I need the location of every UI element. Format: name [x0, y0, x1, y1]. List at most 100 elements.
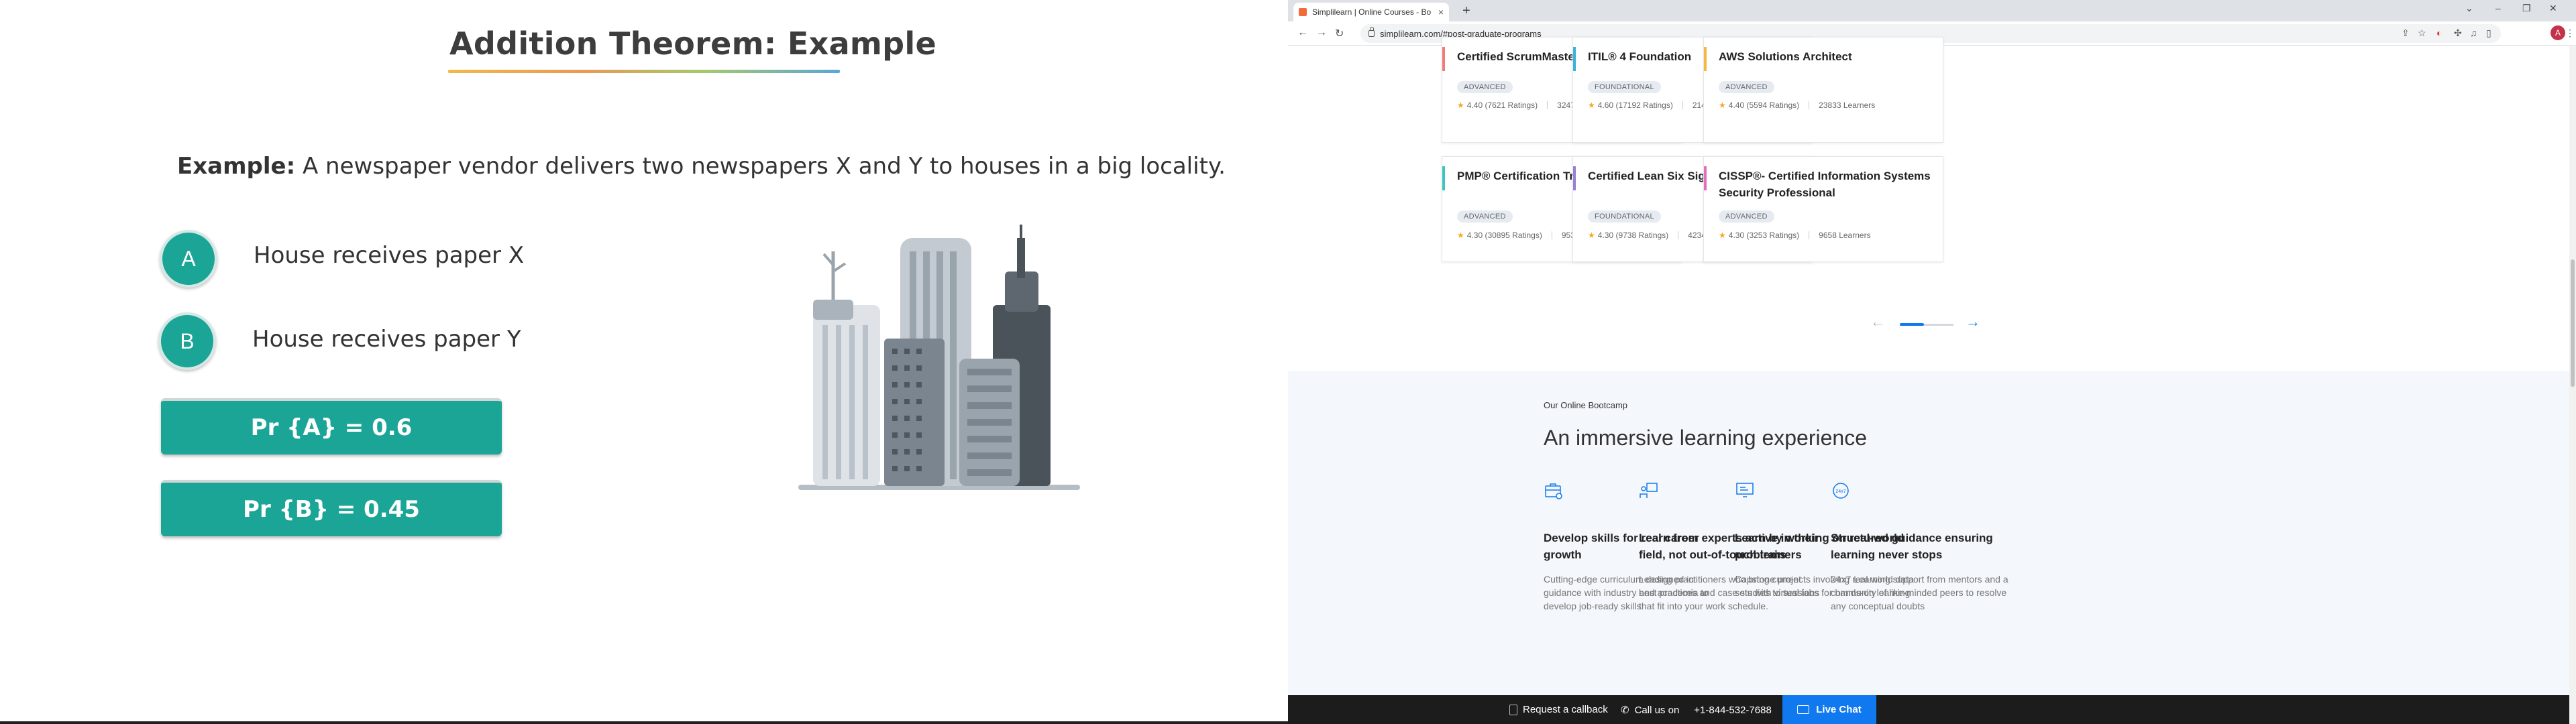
- minimize-icon[interactable]: –: [2496, 3, 2501, 13]
- media-icon[interactable]: ♫: [2470, 27, 2477, 38]
- chat-icon: [1797, 705, 1810, 714]
- event-b-circle: B: [158, 312, 216, 370]
- reload-icon[interactable]: ↻: [1335, 27, 1344, 40]
- card-accent-bar: [1704, 47, 1707, 71]
- meta-divider: [1682, 101, 1683, 109]
- request-callback-link[interactable]: Request a callback: [1509, 704, 1608, 715]
- course-card[interactable]: CISSP®- Certified Information Systems Se…: [1703, 156, 1943, 262]
- presenter-icon: [1640, 483, 1658, 498]
- monitor-icon: [1736, 483, 1754, 497]
- forward-icon[interactable]: →: [1316, 27, 1327, 39]
- course-rating: 4.30 (9738 Ratings): [1597, 231, 1669, 240]
- share-icon[interactable]: ⇪: [2402, 27, 2410, 39]
- event-b-text: House receives paper Y: [252, 326, 521, 353]
- profile-avatar[interactable]: A: [2551, 25, 2565, 40]
- phone-icon: ✆: [1621, 705, 1629, 716]
- feature-title: Structured guidance ensuring learning ne…: [1831, 532, 1993, 561]
- scrollbar-thumb[interactable]: [2571, 259, 2575, 387]
- meta-divider: [1547, 101, 1548, 109]
- course-rating: 4.60 (17192 Ratings): [1597, 101, 1673, 110]
- tab-search-chevron-icon[interactable]: ⌄: [2465, 3, 2473, 14]
- tab-close-icon[interactable]: ×: [1438, 7, 1444, 17]
- sidebar-icon[interactable]: ▯: [2486, 27, 2491, 39]
- event-a-letter: A: [181, 246, 196, 271]
- feature-text: 24x7 Learning support from mentors and a…: [1831, 574, 2008, 611]
- card-accent-bar: [1573, 166, 1576, 190]
- taskbar-edge: [0, 721, 1288, 724]
- restore-icon[interactable]: ❐: [2522, 3, 2531, 14]
- level-badge: ADVANCED: [1719, 210, 1774, 223]
- carousel-prev-icon[interactable]: ←: [1870, 313, 1885, 330]
- bootcamp-section: Our Online Bootcamp An immersive learnin…: [1288, 371, 2569, 703]
- web-page: Certified ScrumMaster® (CSM) ADVANCED ★ 4…: [1288, 37, 2569, 724]
- phone-number: +1-844-532-7688: [1694, 704, 1772, 716]
- star-icon: ★: [1457, 101, 1464, 110]
- close-window-icon[interactable]: ✕: [2549, 3, 2557, 14]
- sticky-contact-bar: Request a callback ✆ Call us on +1-844-532…: [1288, 695, 2569, 724]
- card-accent-bar: [1704, 166, 1707, 190]
- card-accent-bar: [1573, 47, 1576, 71]
- course-card[interactable]: AWS Solutions Architect ADVANCED ★ 4.40 (…: [1703, 37, 1943, 143]
- lock-icon[interactable]: [1368, 27, 1375, 37]
- star-icon: ★: [1719, 231, 1726, 240]
- carousel-progress-thumb: [1900, 323, 1924, 326]
- favicon-icon: [1299, 8, 1307, 16]
- phone-device-icon: [1509, 704, 1517, 715]
- level-badge: FOUNDATIONAL: [1588, 81, 1661, 93]
- section-heading: An immersive learning experience: [1544, 426, 1867, 450]
- event-a-text: House receives paper X: [254, 242, 525, 269]
- probability-b-box: Pr {B} = 0.45: [161, 480, 502, 536]
- course-meta: ★ 4.30 (3253 Ratings) 9658 Learners: [1719, 231, 1871, 240]
- tab-bar: Simplilearn | Online Courses - Bo × + ⌄ …: [1288, 0, 2576, 21]
- star-icon: ★: [1719, 101, 1726, 110]
- svg-text:24x7: 24x7: [1835, 489, 1845, 494]
- example-text: A newspaper vendor delivers two newspape…: [295, 153, 1226, 180]
- card-accent-bar: [1442, 166, 1445, 190]
- page-scrollbar[interactable]: [2569, 46, 2576, 724]
- call-us-item[interactable]: ✆ Call us on +1-844-532-7688: [1621, 704, 1772, 717]
- briefcase-icon: [1545, 483, 1562, 499]
- tab-title: Simplilearn | Online Courses - Bo: [1312, 7, 1432, 17]
- buildings-illustration: [798, 225, 1080, 490]
- carousel-next-icon[interactable]: →: [1966, 313, 1980, 330]
- extension-icon[interactable]: ◐: [2436, 27, 2442, 38]
- callback-label: Request a callback: [1523, 704, 1608, 715]
- section-eyebrow: Our Online Bootcamp: [1544, 400, 1628, 410]
- menu-kebab-icon[interactable]: ⋮: [2565, 27, 2575, 39]
- star-icon: ★: [1588, 101, 1595, 110]
- presentation-slide: Addition Theorem: Example Example: A new…: [0, 0, 1288, 724]
- card-accent-bar: [1442, 47, 1445, 71]
- event-a-circle: A: [160, 230, 217, 288]
- course-rating: 4.30 (30895 Ratings): [1466, 231, 1542, 240]
- new-tab-icon[interactable]: +: [1462, 3, 1470, 19]
- example-label: Example:: [177, 153, 296, 180]
- call-label: Call us on: [1634, 704, 1680, 716]
- star-icon: ★: [1588, 231, 1595, 240]
- live-chat-label: Live Chat: [1816, 704, 1862, 715]
- slide-title: Addition Theorem: Example: [449, 25, 936, 62]
- course-learners: 23833 Learners: [1819, 101, 1876, 110]
- probability-a-box: Pr {A} = 0.6: [161, 398, 502, 455]
- star-icon: ★: [1457, 231, 1464, 240]
- browser-window: Simplilearn | Online Courses - Bo × + ⌄ …: [1288, 0, 2576, 724]
- course-rating: 4.40 (7621 Ratings): [1466, 101, 1538, 110]
- browser-tab[interactable]: Simplilearn | Online Courses - Bo ×: [1293, 3, 1449, 21]
- live-chat-button[interactable]: Live Chat: [1782, 695, 1876, 724]
- level-badge: ADVANCED: [1457, 81, 1513, 93]
- screen: Addition Theorem: Example Example: A new…: [0, 0, 2576, 724]
- extensions-puzzle-icon[interactable]: ✣: [2454, 27, 2462, 39]
- bookmark-star-icon[interactable]: ☆: [2418, 27, 2426, 39]
- course-title: CISSP®- Certified Information Systems Se…: [1719, 170, 1931, 199]
- event-b-letter: B: [180, 328, 195, 353]
- level-badge: FOUNDATIONAL: [1588, 210, 1661, 223]
- course-learners: 9658 Learners: [1819, 231, 1871, 240]
- example-statement: Example: A newspaper vendor delivers two…: [177, 153, 1226, 180]
- support-24x7-icon: 24x7: [1833, 483, 1849, 499]
- level-badge: ADVANCED: [1457, 210, 1513, 223]
- level-badge: ADVANCED: [1719, 81, 1774, 93]
- course-meta: ★ 4.40 (5594 Ratings) 23833 Learners: [1719, 101, 1875, 110]
- course-rating: 4.40 (5594 Ratings): [1728, 101, 1800, 110]
- back-icon[interactable]: ←: [1297, 27, 1308, 39]
- title-underline: [448, 70, 840, 73]
- course-rating: 4.30 (3253 Ratings): [1728, 231, 1800, 240]
